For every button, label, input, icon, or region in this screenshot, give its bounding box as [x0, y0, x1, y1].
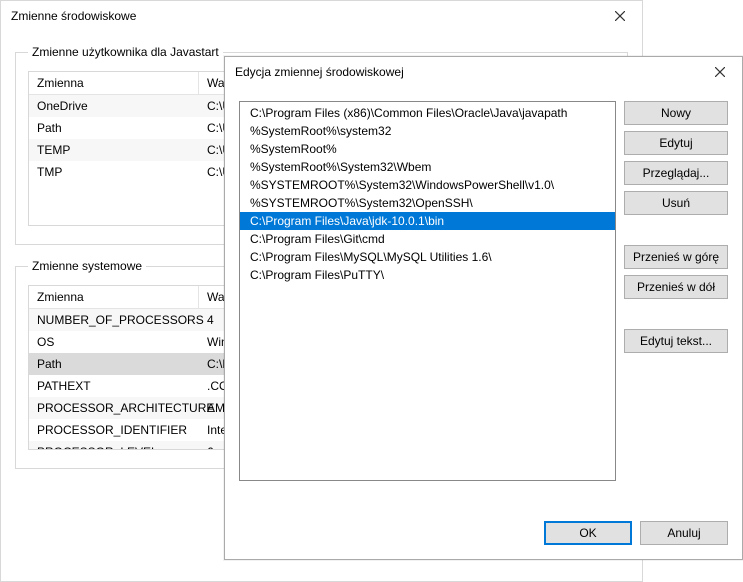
var-name: PATHEXT [29, 375, 199, 397]
edit-text-button[interactable]: Edytuj tekst... [624, 329, 728, 353]
side-buttons: Nowy Edytuj Przeglądaj... Usuń Przenieś … [624, 101, 728, 507]
move-up-button[interactable]: Przenieś w górę [624, 245, 728, 269]
path-entry[interactable]: C:\Program Files (x86)\Common Files\Orac… [240, 104, 615, 122]
var-name: Path [29, 353, 199, 375]
col-variable[interactable]: Zmienna [29, 72, 199, 94]
window-title: Zmienne środowiskowe [11, 9, 136, 23]
edit-env-var-dialog: Edycja zmiennej środowiskowej C:\Program… [224, 56, 743, 560]
path-entry[interactable]: %SystemRoot% [240, 140, 615, 158]
var-name: PROCESSOR_LEVEL [29, 441, 199, 449]
path-entry[interactable]: C:\Program Files\Git\cmd [240, 230, 615, 248]
var-name: TMP [29, 161, 199, 183]
move-down-button[interactable]: Przenieś w dół [624, 275, 728, 299]
system-vars-legend: Zmienne systemowe [28, 259, 146, 273]
close-button[interactable] [598, 1, 642, 31]
path-entry[interactable]: %SystemRoot%\system32 [240, 122, 615, 140]
var-name: OneDrive [29, 95, 199, 117]
path-entry[interactable]: %SYSTEMROOT%\System32\OpenSSH\ [240, 194, 615, 212]
path-entry[interactable]: C:\Program Files\Java\jdk-10.0.1\bin [240, 212, 615, 230]
close-button[interactable] [698, 57, 742, 87]
path-entry[interactable]: %SystemRoot%\System32\Wbem [240, 158, 615, 176]
var-name: Path [29, 117, 199, 139]
path-entry[interactable]: %SYSTEMROOT%\System32\WindowsPowerShell\… [240, 176, 615, 194]
var-name: TEMP [29, 139, 199, 161]
delete-button[interactable]: Usuń [624, 191, 728, 215]
var-name: NUMBER_OF_PROCESSORS [29, 309, 199, 331]
path-entries-list[interactable]: C:\Program Files (x86)\Common Files\Orac… [239, 101, 616, 481]
var-name: PROCESSOR_ARCHITECTURE [29, 397, 199, 419]
close-icon [615, 11, 625, 21]
ok-button[interactable]: OK [544, 521, 632, 545]
new-button[interactable]: Nowy [624, 101, 728, 125]
titlebar: Zmienne środowiskowe [1, 1, 642, 31]
user-vars-legend: Zmienne użytkownika dla Javastart [28, 45, 223, 59]
var-name: PROCESSOR_IDENTIFIER [29, 419, 199, 441]
dialog-buttons: OK Anuluj [239, 515, 728, 545]
titlebar: Edycja zmiennej środowiskowej [225, 57, 742, 87]
browse-button[interactable]: Przeglądaj... [624, 161, 728, 185]
edit-button[interactable]: Edytuj [624, 131, 728, 155]
path-entry[interactable]: C:\Program Files\PuTTY\ [240, 266, 615, 284]
close-icon [715, 67, 725, 77]
var-name: OS [29, 331, 199, 353]
path-entry[interactable]: C:\Program Files\MySQL\MySQL Utilities 1… [240, 248, 615, 266]
cancel-button[interactable]: Anuluj [640, 521, 728, 545]
dialog-title: Edycja zmiennej środowiskowej [235, 65, 404, 79]
col-variable[interactable]: Zmienna [29, 286, 199, 308]
